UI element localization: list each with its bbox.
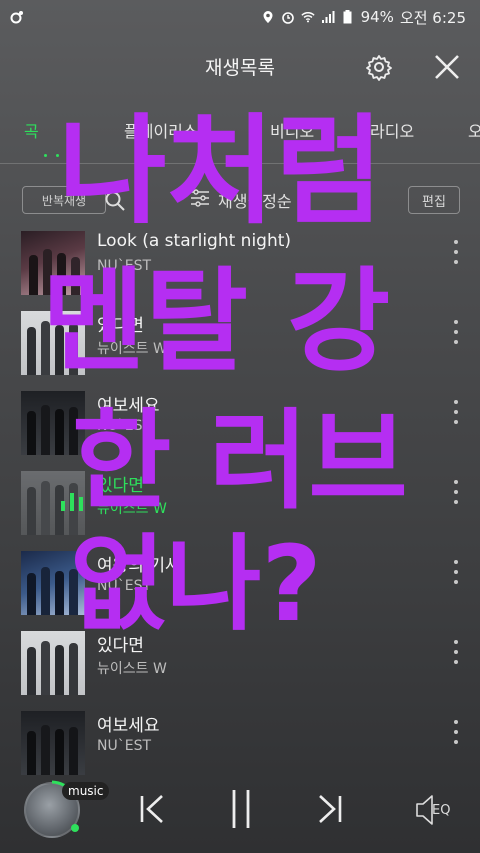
music-badge: music <box>62 782 110 800</box>
song-list: Look (a starlight night) NU`EST 있다면 뉴이스트… <box>0 228 480 788</box>
search-icon[interactable] <box>104 190 126 212</box>
song-title: 있다면 <box>97 636 144 656</box>
song-title: 있다면 <box>97 316 144 336</box>
more-options-icon[interactable] <box>452 240 460 264</box>
repeat-button[interactable]: 반복재생 <box>22 186 106 214</box>
clock: 오전 6:25 <box>399 8 466 27</box>
song-artist: 뉴이스트 W <box>97 341 167 357</box>
gear-icon[interactable] <box>364 52 394 82</box>
song-artist: NU`EST <box>97 418 152 434</box>
song-artist: NU`EST <box>97 258 152 274</box>
song-row-playing[interactable]: 있다면 뉴이스트 W <box>0 468 480 548</box>
album-art <box>21 231 85 295</box>
battery-percent: 94% <box>360 8 394 26</box>
song-artist: 뉴이스트 W <box>97 501 167 517</box>
song-row[interactable]: 있다면 뉴이스트 W <box>0 308 480 388</box>
song-row[interactable]: 있다면 뉴이스트 W <box>0 628 480 708</box>
tab-bar: 곡 플레이리스트 비디오 라디오 오 <box>0 108 480 164</box>
song-title: 여보세요 <box>97 716 160 736</box>
song-title: 여왕의 기사 <box>97 556 181 576</box>
tab-videos[interactable]: 비디오 <box>270 118 314 142</box>
list-toolbar: 반복재생 재생설정순 편집 <box>0 182 480 220</box>
song-row[interactable]: Look (a starlight night) NU`EST <box>0 228 480 308</box>
sort-label: 재생설정순 <box>218 192 292 211</box>
eq-label: EQ <box>432 803 451 818</box>
more-options-icon[interactable] <box>452 480 460 504</box>
sort-icon <box>190 189 210 211</box>
tab-indicator <box>44 154 59 157</box>
song-artist: 뉴이스트 W <box>97 661 167 677</box>
previous-icon[interactable] <box>138 792 168 830</box>
more-options-icon[interactable] <box>452 640 460 664</box>
close-icon[interactable] <box>432 52 462 82</box>
tab-playlists[interactable]: 플레이리스트 <box>124 118 212 142</box>
album-art <box>21 471 85 535</box>
battery-icon <box>341 10 355 24</box>
song-title: 여보세요 <box>97 396 160 416</box>
location-icon <box>261 10 275 24</box>
song-artist: NU`EST <box>97 578 152 594</box>
album-art <box>21 711 85 775</box>
song-artist: NU`EST <box>97 738 152 754</box>
now-playing-icon <box>61 493 83 511</box>
pause-icon[interactable] <box>228 788 254 834</box>
sort-control[interactable]: 재생설정순 <box>190 188 292 212</box>
wifi-icon <box>300 10 315 24</box>
playlist-header: 재생목록 <box>0 34 480 98</box>
app-notification-icon <box>10 10 24 24</box>
more-options-icon[interactable] <box>452 400 460 424</box>
status-bar: 94% 오전 6:25 <box>0 0 480 34</box>
tab-songs[interactable]: 곡 <box>24 118 39 142</box>
more-options-icon[interactable] <box>452 560 460 584</box>
edit-button[interactable]: 편집 <box>408 186 460 214</box>
mini-player: music EQ <box>0 770 480 853</box>
song-title: Look (a starlight night) <box>97 231 292 251</box>
album-art <box>21 631 85 695</box>
signal-icon <box>321 10 335 24</box>
album-art <box>21 391 85 455</box>
more-options-icon[interactable] <box>452 320 460 344</box>
album-art <box>21 311 85 375</box>
next-icon[interactable] <box>314 792 344 830</box>
song-row[interactable]: 여보세요 NU`EST <box>0 388 480 468</box>
alarm-icon <box>281 10 295 24</box>
song-title: 있다면 <box>97 476 144 496</box>
page-title: 재생목록 <box>205 56 275 79</box>
album-art <box>21 551 85 615</box>
tab-radio[interactable]: 라디오 <box>370 118 414 142</box>
tab-more[interactable]: 오 <box>468 118 480 142</box>
more-options-icon[interactable] <box>452 720 460 744</box>
song-row[interactable]: 여왕의 기사 NU`EST <box>0 548 480 628</box>
